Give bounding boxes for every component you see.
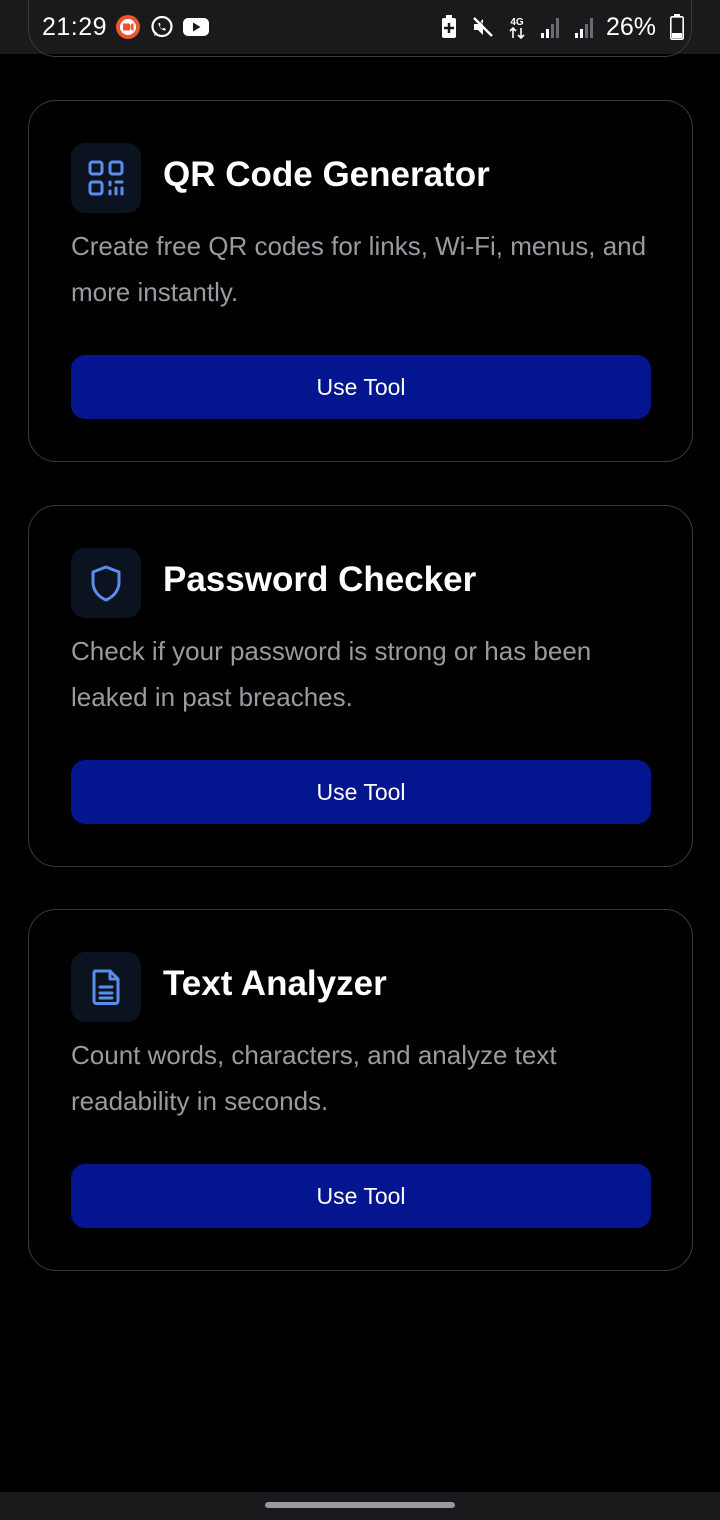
navigation-bar — [0, 1492, 720, 1520]
screen: 21:29 4G 26% QR Code Generator Create fr… — [0, 0, 720, 1520]
document-icon — [71, 952, 141, 1022]
qr-code-icon — [71, 143, 141, 213]
tool-card-password-checker: Password Checker Check if your password … — [28, 505, 693, 867]
tool-title: Password Checker — [163, 560, 477, 599]
tool-description: Check if your password is strong or has … — [71, 636, 592, 712]
use-tool-button[interactable]: Use Tool — [71, 760, 651, 824]
tool-description: Create free QR codes for links, Wi-Fi, m… — [71, 231, 647, 307]
previous-tool-card — [28, 0, 692, 57]
tool-card-qr-code-generator: QR Code Generator Create free QR codes f… — [28, 100, 693, 462]
use-tool-button[interactable]: Use Tool — [71, 355, 651, 419]
tool-title: Text Analyzer — [163, 964, 387, 1003]
shield-icon — [71, 548, 141, 618]
tool-card-text-analyzer: Text Analyzer Count words, characters, a… — [28, 909, 693, 1271]
tool-title: QR Code Generator — [163, 155, 490, 194]
use-tool-button[interactable]: Use Tool — [71, 1164, 651, 1228]
tool-description: Count words, characters, and analyze tex… — [71, 1040, 557, 1116]
home-indicator[interactable] — [265, 1502, 455, 1508]
